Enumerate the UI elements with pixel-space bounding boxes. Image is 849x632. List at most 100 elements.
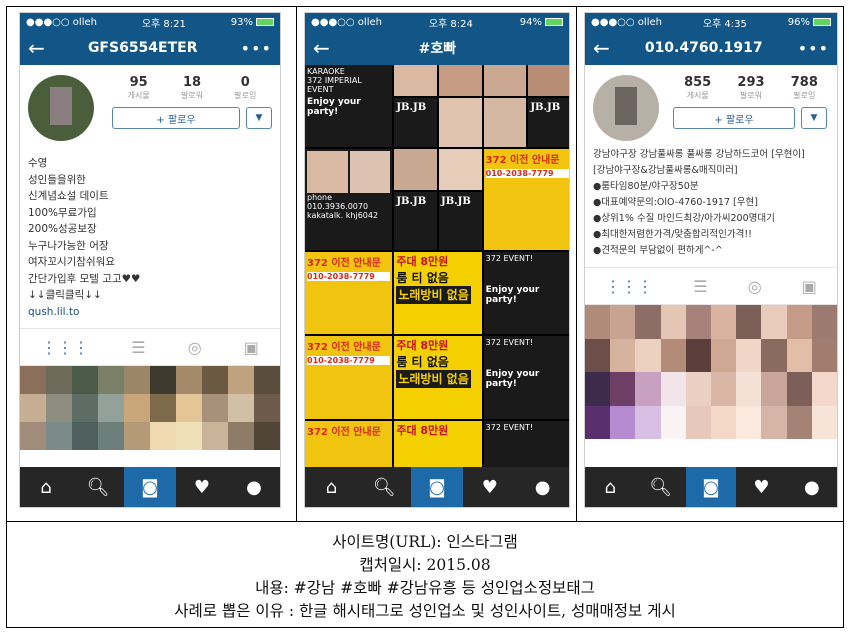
caption: 사이트명(URL): 인스타그램 캡처일시: 2015.08 내용: #강남 #… — [7, 523, 843, 627]
bio-line: ●룸타임80분/야구장50분 — [593, 181, 699, 192]
profile-view-tabs: ⋮⋮⋮ ☰ ◎ ▣ — [585, 267, 837, 305]
profile-icon[interactable]: ● — [787, 467, 837, 507]
stat-followers[interactable]: 18 팔로워 — [181, 75, 203, 101]
carrier: ●●●○○ olleh — [591, 16, 662, 28]
post-text: 372 이전 안내문 — [307, 342, 381, 354]
caption-content: 내용: #강남 #호빠 #강남유흥 등 성인업소정보태그 — [255, 579, 595, 597]
phone-profile-3: ●●●○○ olleh 오후 4:35 96% ← 010.4760.1917 … — [584, 12, 838, 508]
battery-icon — [812, 17, 831, 26]
post-text: 372 이전 안내문 — [485, 154, 560, 166]
nav-bar: ← 010.4760.1917 ••• — [585, 31, 837, 65]
home-icon[interactable]: ⌂ — [305, 467, 358, 507]
search-icon[interactable]: 🔍︎ — [358, 467, 411, 507]
bio-line: 신계념쇼설 데이트 — [28, 190, 109, 202]
tagged-icon[interactable]: ▣ — [802, 277, 817, 296]
post-thumbnail[interactable]: 372 이전 안내문 010-2038-7779 — [483, 148, 569, 250]
post-text: 372 EVENT! — [485, 253, 534, 263]
back-arrow-icon[interactable]: ← — [313, 36, 330, 60]
avatar[interactable] — [593, 75, 659, 141]
tagged-icon[interactable]: ▣ — [244, 338, 259, 357]
post-text: 룸 티 없음 — [396, 270, 449, 285]
battery-percent: 94% — [519, 16, 542, 28]
post-thumbnail[interactable]: 주대 8만원 룸 티 없음 노래방비 없음 — [394, 251, 482, 335]
post-thumbnail[interactable]: JB.JB JB.JB — [394, 148, 482, 250]
battery-icon — [255, 17, 274, 26]
chevron-down-icon[interactable]: ▼ — [246, 107, 272, 129]
grid-view-icon[interactable]: ⋮⋮⋮ — [605, 277, 653, 296]
post-thumbnail[interactable]: 주대 8만원 룸 티 없음 노래방비 없음 — [394, 336, 482, 420]
stat-value: 0 — [240, 75, 250, 90]
stat-following[interactable]: 0 팔로잉 — [234, 75, 256, 101]
activity-icon[interactable]: ♥ — [463, 467, 516, 507]
profile-icon[interactable]: ● — [516, 467, 569, 507]
post-thumbnail[interactable]: KARAOKE 372 IMPERIAL EVENT Enjoy your pa… — [305, 65, 393, 147]
camera-icon[interactable]: ◙ — [410, 467, 464, 507]
carrier: ●●●○○ olleh — [26, 16, 97, 28]
list-view-icon[interactable]: ☰ — [131, 338, 145, 357]
search-icon[interactable]: 🔍︎ — [72, 467, 124, 507]
profile-stats: 855 게시물 293 팔로워 788 팔로잉 — [671, 75, 831, 101]
bio-line: 누구나가능한 어장 — [28, 239, 109, 252]
post-thumbnail[interactable]: 주대 8만원 — [394, 421, 482, 469]
stat-posts[interactable]: 95 게시물 — [128, 75, 150, 101]
phone-hashtag: ●●●○○ olleh 오후 8:24 94% ← #호빠 KARAOKE 37… — [304, 12, 570, 508]
profile-title: GFS6554ETER — [87, 40, 198, 56]
map-pin-icon[interactable]: ◎ — [188, 338, 202, 357]
profile-title: 010.4760.1917 — [644, 40, 763, 56]
post-text: 010-2038-7779 — [307, 271, 391, 281]
post-text: 372 이전 안내문 — [307, 257, 381, 269]
follow-button[interactable]: + 팔로우 — [112, 107, 240, 129]
follow-button[interactable]: + 팔로우 — [673, 107, 795, 129]
avatar[interactable] — [28, 75, 94, 141]
chevron-down-icon[interactable]: ▼ — [801, 107, 827, 129]
bio-line: ●상위1% 수질 마인드최강/아가씨200명대기 — [593, 213, 775, 224]
post-text: 372 IMPERIAL EVENT — [307, 76, 362, 94]
list-view-icon[interactable]: ☰ — [693, 277, 707, 296]
post-thumbnail[interactable]: 372 EVENT! — [483, 421, 569, 469]
caption-date: 캡처일시: 2015.08 — [359, 556, 491, 574]
grid-view-icon[interactable]: ⋮⋮⋮ — [41, 338, 89, 357]
status-bar: ●●●○○ olleh 오후 8:24 94% — [305, 13, 569, 31]
profile-icon[interactable]: ● — [228, 467, 280, 507]
post-thumbnail[interactable]: 372 EVENT! Enjoy your party! — [483, 336, 569, 420]
back-arrow-icon[interactable]: ← — [593, 36, 610, 60]
status-bar: ●●●○○ olleh 오후 4:35 96% — [585, 13, 837, 31]
camera-icon[interactable]: ◙ — [124, 467, 176, 507]
stat-label: 팔로워 — [180, 91, 204, 100]
post-thumbnail[interactable]: 372 이전 안내문 010-2038-7779 — [305, 336, 393, 420]
activity-icon[interactable]: ♥ — [176, 467, 228, 507]
more-options-icon[interactable]: ••• — [798, 39, 829, 58]
bio-line: 수영 — [28, 157, 48, 169]
post-thumbnail[interactable]: 372 이전 안내문 — [305, 421, 393, 469]
home-icon[interactable]: ⌂ — [585, 467, 635, 507]
post-thumbnail[interactable]: phone 010.3936.0070 kakatalk. khj6042 — [305, 148, 393, 250]
post-thumbnail[interactable]: 372 이전 안내문 010-2038-7779 — [305, 251, 393, 335]
map-pin-icon[interactable]: ◎ — [748, 277, 762, 296]
camera-icon[interactable]: ◙ — [685, 467, 737, 507]
bio-link[interactable]: qush.lil.to — [28, 304, 272, 321]
clock: 오후 4:35 — [702, 18, 747, 30]
post-thumbnail[interactable]: JB.JB — [483, 65, 569, 147]
stat-following[interactable]: 788 팔로잉 — [791, 75, 818, 101]
stat-posts[interactable]: 855 게시물 — [684, 75, 711, 101]
activity-icon[interactable]: ♥ — [736, 467, 786, 507]
photo-grid-blurred — [585, 305, 837, 439]
post-thumbnail[interactable]: 372 EVENT! Enjoy your party! — [483, 251, 569, 335]
stat-value: 18 — [182, 75, 202, 90]
stat-value: 788 — [790, 75, 818, 90]
stat-label: 팔로워 — [739, 91, 763, 100]
photo-grid-blurred — [20, 366, 280, 450]
home-icon[interactable]: ⌂ — [20, 467, 72, 507]
back-arrow-icon[interactable]: ← — [28, 36, 45, 60]
stat-value: 293 — [737, 75, 765, 90]
bio-line: ↓↓클릭클릭↓↓ — [28, 289, 102, 301]
post-text: 010-2038-7779 — [307, 356, 391, 366]
bottom-tab-bar: ⌂ 🔍︎ ◙ ♥ ● — [585, 467, 837, 507]
stat-followers[interactable]: 293 팔로워 — [737, 75, 764, 101]
search-icon[interactable]: 🔍︎ — [635, 467, 685, 507]
post-text: JB.JB — [396, 102, 427, 114]
post-thumbnail[interactable]: JB.JB — [394, 65, 482, 147]
more-options-icon[interactable]: ••• — [241, 39, 272, 58]
screenshots-row: ●●●○○ olleh 오후 8:21 93% ← GFS6554ETER ••… — [7, 7, 843, 522]
bio-line: ●대표예약문의:OlO-4760-1917 [우현] — [593, 197, 758, 208]
